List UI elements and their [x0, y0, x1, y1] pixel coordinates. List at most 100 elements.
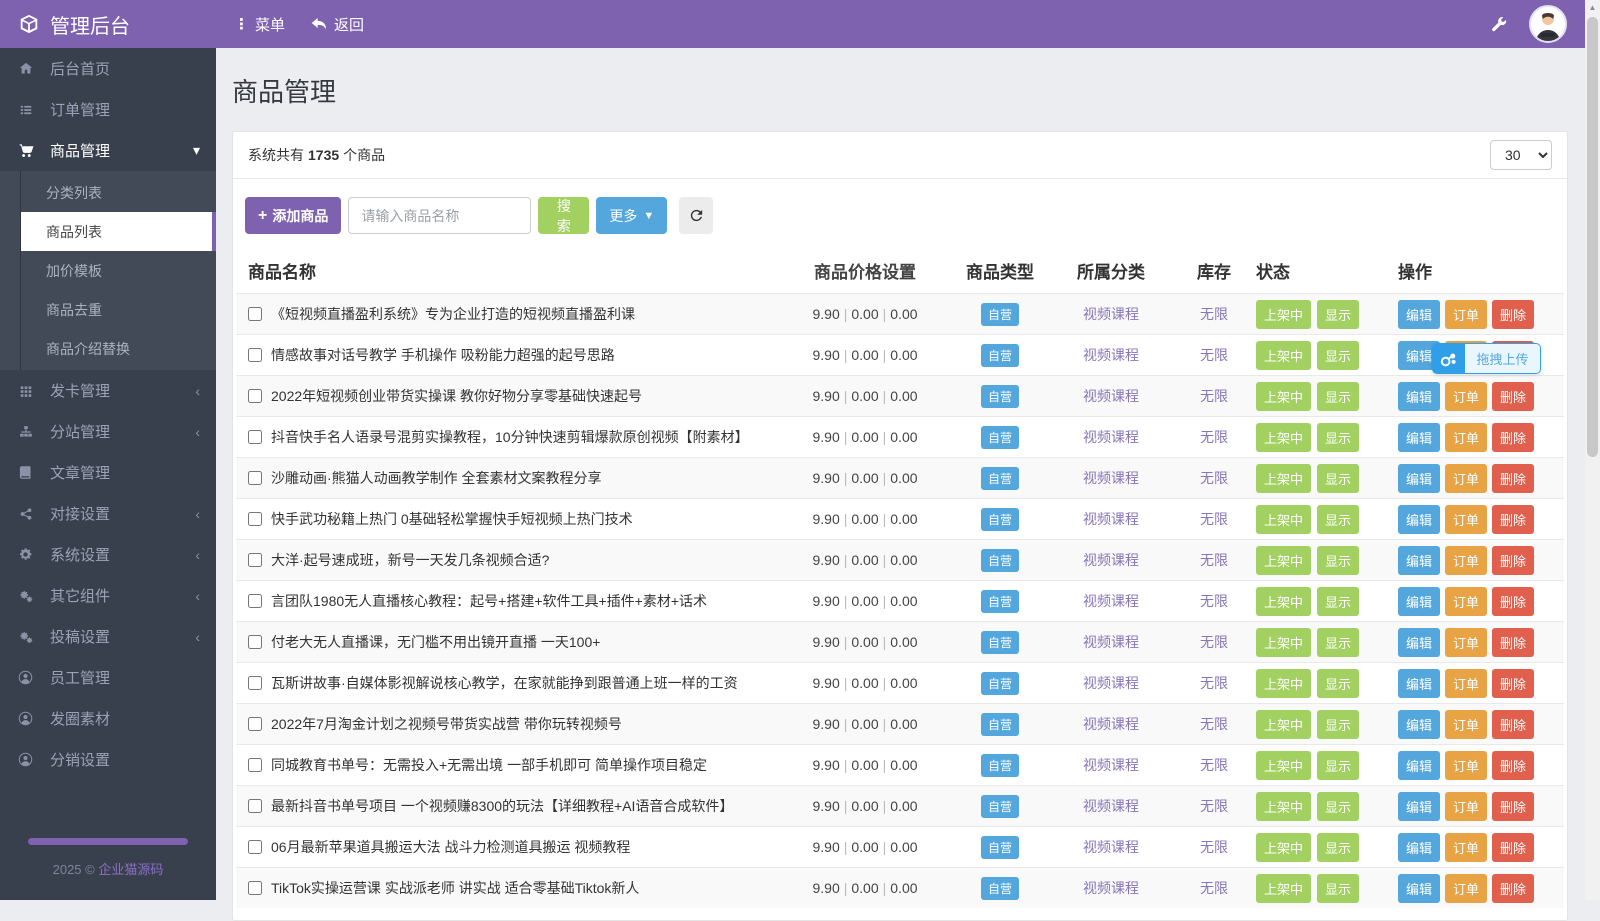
status-visible-button[interactable]: 显示	[1317, 873, 1360, 903]
sidebar-item-home[interactable]: 后台首页	[0, 48, 216, 89]
row-checkbox[interactable]	[248, 676, 262, 690]
order-button[interactable]: 订单	[1445, 299, 1488, 329]
edit-button[interactable]: 编辑	[1398, 750, 1441, 780]
status-on-shelf-button[interactable]: 上架中	[1256, 709, 1312, 739]
category-link[interactable]: 视频课程	[1083, 429, 1139, 445]
status-visible-button[interactable]: 显示	[1317, 709, 1360, 739]
sidebar-item-substation[interactable]: 分站管理 ‹	[0, 411, 216, 452]
edit-button[interactable]: 编辑	[1398, 709, 1441, 739]
row-checkbox[interactable]	[248, 799, 262, 813]
sidebar-subitem-product-list[interactable]: 商品列表	[21, 212, 216, 251]
status-visible-button[interactable]: 显示	[1317, 627, 1360, 657]
order-button[interactable]: 订单	[1445, 873, 1488, 903]
order-button[interactable]: 订单	[1445, 709, 1488, 739]
sidebar-subitem-intro-replace[interactable]: 商品介绍替换	[0, 329, 216, 368]
row-checkbox[interactable]	[248, 471, 262, 485]
status-on-shelf-button[interactable]: 上架中	[1256, 545, 1312, 575]
category-link[interactable]: 视频课程	[1083, 388, 1139, 404]
status-visible-button[interactable]: 显示	[1317, 463, 1360, 493]
order-button[interactable]: 订单	[1445, 545, 1488, 575]
search-button[interactable]: 搜索	[538, 197, 590, 234]
status-on-shelf-button[interactable]: 上架中	[1256, 381, 1312, 411]
status-on-shelf-button[interactable]: 上架中	[1256, 340, 1312, 370]
more-button[interactable]: 更多 ▼	[596, 197, 668, 234]
order-button[interactable]: 订单	[1445, 381, 1488, 411]
status-on-shelf-button[interactable]: 上架中	[1256, 873, 1312, 903]
order-button[interactable]: 订单	[1445, 750, 1488, 780]
scrollbar-thumb[interactable]	[1587, 17, 1598, 457]
status-visible-button[interactable]: 显示	[1317, 832, 1360, 862]
row-checkbox[interactable]	[248, 430, 262, 444]
category-link[interactable]: 视频课程	[1083, 798, 1139, 814]
status-on-shelf-button[interactable]: 上架中	[1256, 504, 1312, 534]
delete-button[interactable]: 删除	[1492, 873, 1535, 903]
category-link[interactable]: 视频课程	[1083, 511, 1139, 527]
delete-button[interactable]: 删除	[1492, 504, 1535, 534]
delete-button[interactable]: 删除	[1492, 668, 1535, 698]
wrench-icon[interactable]	[1490, 16, 1507, 33]
delete-button[interactable]: 删除	[1492, 832, 1535, 862]
category-link[interactable]: 视频课程	[1083, 470, 1139, 486]
edit-button[interactable]: 编辑	[1398, 504, 1441, 534]
edit-button[interactable]: 编辑	[1398, 832, 1441, 862]
status-visible-button[interactable]: 显示	[1317, 668, 1360, 698]
sidebar-subitem-markup-template[interactable]: 加价模板	[0, 251, 216, 290]
add-product-button[interactable]: + 添加商品	[245, 197, 342, 234]
category-link[interactable]: 视频课程	[1083, 552, 1139, 568]
scroll-up-arrow[interactable]: ▲	[1585, 0, 1600, 15]
delete-button[interactable]: 删除	[1492, 791, 1535, 821]
order-button[interactable]: 订单	[1445, 832, 1488, 862]
baidu-netdisk-icon[interactable]	[1432, 343, 1465, 374]
status-visible-button[interactable]: 显示	[1317, 545, 1360, 575]
delete-button[interactable]: 删除	[1492, 463, 1535, 493]
edit-button[interactable]: 编辑	[1398, 668, 1441, 698]
order-button[interactable]: 订单	[1445, 463, 1488, 493]
edit-button[interactable]: 编辑	[1398, 627, 1441, 657]
sidebar-item-orders[interactable]: 订单管理	[0, 89, 216, 130]
category-link[interactable]: 视频课程	[1083, 716, 1139, 732]
menu-toggle[interactable]: ⋮ 菜单	[234, 14, 285, 35]
order-button[interactable]: 订单	[1445, 668, 1488, 698]
avatar[interactable]	[1529, 5, 1567, 43]
sidebar-subitem-category-list[interactable]: 分类列表	[0, 173, 216, 212]
delete-button[interactable]: 删除	[1492, 750, 1535, 780]
order-button[interactable]: 订单	[1445, 422, 1488, 452]
order-button[interactable]: 订单	[1445, 627, 1488, 657]
edit-button[interactable]: 编辑	[1398, 299, 1441, 329]
status-on-shelf-button[interactable]: 上架中	[1256, 463, 1312, 493]
edit-button[interactable]: 编辑	[1398, 545, 1441, 575]
sidebar-item-integration[interactable]: 对接设置 ‹	[0, 493, 216, 534]
search-input[interactable]	[348, 197, 532, 234]
sidebar-item-submission[interactable]: 投稿设置 ‹	[0, 616, 216, 657]
edit-button[interactable]: 编辑	[1398, 586, 1441, 616]
delete-button[interactable]: 删除	[1492, 299, 1535, 329]
row-checkbox[interactable]	[248, 594, 262, 608]
sidebar-item-distribution[interactable]: 分销设置	[0, 739, 216, 780]
category-link[interactable]: 视频课程	[1083, 880, 1139, 896]
edit-button[interactable]: 编辑	[1398, 422, 1441, 452]
row-checkbox[interactable]	[248, 307, 262, 321]
row-checkbox[interactable]	[248, 717, 262, 731]
sidebar-subitem-product-dedupe[interactable]: 商品去重	[0, 290, 216, 329]
sidebar-item-moments-material[interactable]: 发圈素材	[0, 698, 216, 739]
back-link[interactable]: 返回	[311, 14, 364, 35]
order-button[interactable]: 订单	[1445, 504, 1488, 534]
delete-button[interactable]: 删除	[1492, 586, 1535, 616]
row-checkbox[interactable]	[248, 512, 262, 526]
status-on-shelf-button[interactable]: 上架中	[1256, 422, 1312, 452]
status-visible-button[interactable]: 显示	[1317, 340, 1360, 370]
row-checkbox[interactable]	[248, 881, 262, 895]
row-checkbox[interactable]	[248, 635, 262, 649]
row-checkbox[interactable]	[248, 840, 262, 854]
copyright-link[interactable]: 企业猫源码	[98, 862, 163, 877]
delete-button[interactable]: 删除	[1492, 422, 1535, 452]
row-checkbox[interactable]	[248, 758, 262, 772]
edit-button[interactable]: 编辑	[1398, 873, 1441, 903]
sidebar-item-products[interactable]: 商品管理 ▾	[0, 130, 216, 171]
status-on-shelf-button[interactable]: 上架中	[1256, 668, 1312, 698]
delete-button[interactable]: 删除	[1492, 627, 1535, 657]
status-visible-button[interactable]: 显示	[1317, 504, 1360, 534]
status-visible-button[interactable]: 显示	[1317, 791, 1360, 821]
row-checkbox[interactable]	[248, 553, 262, 567]
edit-button[interactable]: 编辑	[1398, 463, 1441, 493]
